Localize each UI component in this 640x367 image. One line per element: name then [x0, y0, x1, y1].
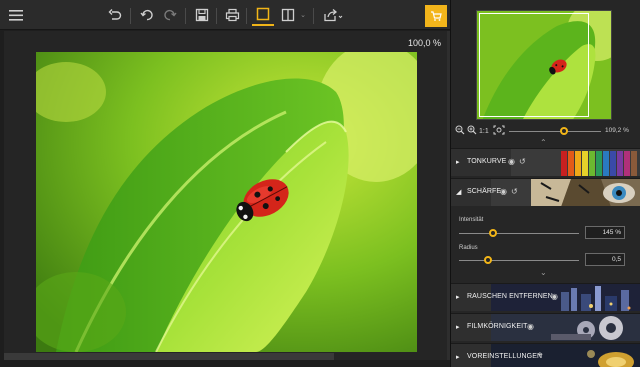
sharpness-controls: Intensität 145 % Radius 0,5 ⌄: [451, 208, 640, 277]
reset-icon[interactable]: ↺: [511, 187, 518, 196]
intensity-value-field[interactable]: 145 %: [585, 226, 625, 239]
expand-chevron-icon[interactable]: ⌄: [540, 268, 547, 277]
canvas-zoom-readout: 100,0 %: [407, 38, 441, 48]
split-view-icon[interactable]: [278, 4, 298, 26]
undo-step-icon[interactable]: [137, 4, 157, 26]
zoom-value: 109,2 %: [605, 127, 629, 134]
toolbar-separator: [246, 8, 247, 24]
expand-arrow-icon: ▸: [456, 159, 460, 166]
add-preset-icon[interactable]: +: [537, 350, 543, 361]
reset-icon[interactable]: ↺: [519, 157, 526, 166]
section-label: SCHÄRFE: [467, 188, 502, 195]
expand-arrow-icon: ▸: [456, 294, 460, 301]
right-panel: 1:1 109,2 % ⌃ ▸ TONKURVE ◉ ↺ ◢ SCHÄRFE ◉…: [450, 0, 640, 367]
collapse-arrow-icon: ◢: [456, 189, 462, 196]
section-schaerfe[interactable]: ◢ SCHÄRFE ◉ ↺: [451, 178, 640, 206]
section-label: TONKURVE: [467, 158, 507, 165]
image-canvas[interactable]: 100,0 %: [4, 31, 447, 360]
visibility-eye-icon[interactable]: ◉: [551, 292, 558, 301]
redo-icon[interactable]: [160, 4, 180, 26]
section-label: FILMKÖRNIGKEIT: [467, 323, 528, 330]
zoom-slider-handle[interactable]: [560, 127, 569, 135]
section-label: RAUSCHEN ENTFERNEN: [467, 293, 553, 300]
single-view-icon[interactable]: [252, 4, 274, 26]
hamburger-menu-icon[interactable]: [6, 4, 26, 26]
expand-arrow-icon: ▸: [456, 324, 460, 331]
cart-button[interactable]: [425, 5, 447, 27]
radius-slider-track[interactable]: [459, 260, 579, 261]
undo-icon[interactable]: [105, 4, 125, 26]
tonkurve-thumbnail: [511, 149, 640, 176]
visibility-eye-icon[interactable]: ◉: [508, 157, 515, 166]
horizontal-scrollbar[interactable]: [4, 353, 334, 360]
cart-icon: [431, 11, 442, 21]
ladybug-photo[interactable]: [36, 52, 417, 352]
intensity-slider-track[interactable]: [459, 233, 579, 234]
toolbar-separator: [216, 8, 217, 24]
navigator-thumbnail[interactable]: [476, 10, 612, 120]
zoom-out-icon[interactable]: [455, 125, 465, 138]
visibility-eye-icon[interactable]: ◉: [500, 187, 507, 196]
save-icon[interactable]: [192, 4, 212, 26]
navigator-viewport-frame[interactable]: [479, 13, 589, 117]
section-voreinstellungen[interactable]: ▸ VOREINSTELLUNGEN +: [451, 343, 640, 367]
expand-arrow-icon: ▸: [456, 354, 460, 361]
zoom-actual-size-icon[interactable]: 1:1: [479, 125, 491, 138]
export-icon[interactable]: [320, 4, 346, 26]
intensity-label: Intensität: [459, 217, 484, 223]
section-tonkurve[interactable]: ▸ TONKURVE ◉ ↺: [451, 148, 640, 176]
zoom-slider-track[interactable]: [509, 131, 601, 132]
print-icon[interactable]: [222, 4, 242, 26]
toolbar-separator: [313, 8, 314, 24]
toolbar-separator: [130, 8, 131, 24]
radius-slider-handle[interactable]: [483, 256, 492, 264]
intensity-slider-handle[interactable]: [488, 229, 497, 237]
zoom-fit-icon[interactable]: [493, 125, 505, 138]
section-label: VOREINSTELLUNGEN: [467, 353, 543, 360]
radius-label: Radius: [459, 245, 478, 251]
radius-value-field[interactable]: 0,5: [585, 253, 625, 266]
section-rauschen-entfernen[interactable]: ▸ RAUSCHEN ENTFERNEN ◉: [451, 283, 640, 311]
section-filmkoernigkeit[interactable]: ▸ FILMKÖRNIGKEIT ◉: [451, 313, 640, 341]
toolbar-separator: [185, 8, 186, 24]
chevron-down-icon[interactable]: ⌄: [298, 4, 308, 26]
visibility-eye-icon[interactable]: ◉: [527, 322, 534, 331]
zoom-controls: 1:1 109,2 %: [451, 123, 640, 139]
svg-text:1:1: 1:1: [479, 128, 489, 135]
collapse-chevron-icon[interactable]: ⌃: [540, 138, 547, 147]
zoom-in-icon[interactable]: [467, 125, 477, 138]
